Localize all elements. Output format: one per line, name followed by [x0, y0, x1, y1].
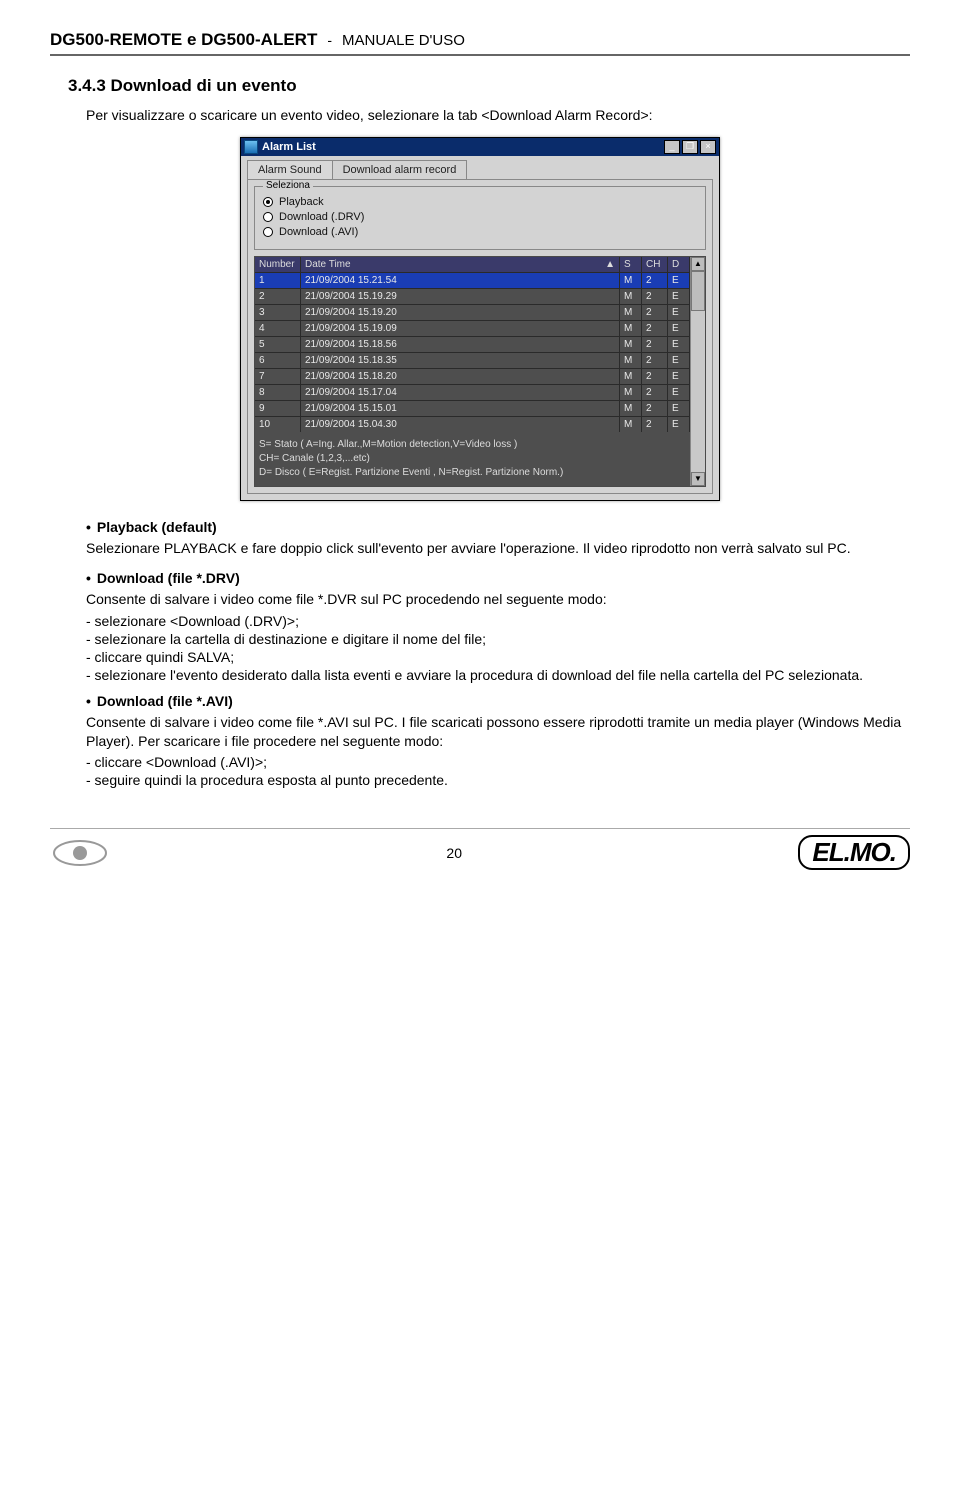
list-item: - cliccare quindi SALVA; — [86, 649, 910, 665]
note-d: D= Disco ( E=Regist. Partizione Eventi ,… — [259, 466, 686, 480]
bullet-playback: •Playback (default) — [86, 519, 910, 535]
header-subtitle: MANUALE D'USO — [342, 32, 465, 49]
bullet-avi: •Download (file *.AVI) — [86, 693, 910, 709]
titlebar[interactable]: Alarm List _ ❐ × — [241, 138, 719, 156]
list-item: - seguire quindi la procedura esposta al… — [86, 772, 910, 788]
radio-playback[interactable]: Playback — [263, 196, 697, 208]
table-row[interactable]: 621/09/2004 15.18.35M2E — [255, 352, 690, 368]
header-title: DG500-REMOTE e DG500-ALERT — [50, 30, 317, 50]
header-sep: - — [327, 32, 332, 48]
table-row[interactable]: 1021/09/2004 15.04.30M2E — [255, 416, 690, 432]
section-heading: 3.4.3 Download di un evento — [68, 76, 910, 96]
table-row[interactable]: 921/09/2004 15.15.01M2E — [255, 400, 690, 416]
note-ch: CH= Canale (1,2,3,...etc) — [259, 452, 686, 466]
para-drv: Consente di salvare i video come file *.… — [86, 590, 910, 609]
scroll-track[interactable] — [691, 311, 705, 472]
tab-alarm-sound[interactable]: Alarm Sound — [247, 160, 333, 179]
table-row[interactable]: 521/09/2004 15.18.56M2E — [255, 336, 690, 352]
close-button[interactable]: × — [700, 140, 716, 154]
table-row[interactable]: 221/09/2004 15.19.29M2E — [255, 288, 690, 304]
radio-drv-label: Download (.DRV) — [279, 211, 364, 223]
screenshot-figure: Alarm List _ ❐ × Alarm Sound Download al… — [50, 137, 910, 501]
list-item: - selezionare l'evento desiderato dalla … — [86, 667, 910, 683]
table-row[interactable]: 121/09/2004 15.21.54M2E — [255, 272, 690, 288]
page-footer: 20 EL.MO. — [50, 828, 910, 870]
window-title: Alarm List — [262, 141, 664, 153]
col-s[interactable]: S — [620, 257, 642, 272]
list-item: - cliccare <Download (.AVI)>; — [86, 754, 910, 770]
col-d[interactable]: D — [668, 257, 690, 272]
eye-icon — [50, 839, 110, 867]
col-number[interactable]: Number — [255, 257, 301, 272]
minimize-button[interactable]: _ — [664, 140, 680, 154]
tabs: Alarm Sound Download alarm record — [247, 160, 713, 179]
tab-download-alarm-record[interactable]: Download alarm record — [332, 160, 468, 179]
seleziona-group: Seleziona Playback Download (.DRV) Downl… — [254, 186, 706, 250]
restore-button[interactable]: ❐ — [682, 140, 698, 154]
sort-icon: ▲ — [605, 259, 615, 270]
radio-download-drv[interactable]: Download (.DRV) — [263, 211, 697, 223]
table-row[interactable]: 421/09/2004 15.19.09M2E — [255, 320, 690, 336]
list-item: - selezionare <Download (.DRV)>; — [86, 613, 910, 629]
intro-paragraph: Per visualizzare o scaricare un evento v… — [86, 106, 910, 125]
page-number: 20 — [446, 845, 462, 861]
elmo-logo: EL.MO. — [798, 835, 910, 870]
list-item: - selezionare la cartella di destinazion… — [86, 631, 910, 647]
scroll-up-icon[interactable]: ▲ — [691, 257, 705, 271]
note-s: S= Stato ( A=Ing. Allar.,M=Motion detect… — [259, 438, 686, 452]
radio-playback-label: Playback — [279, 196, 324, 208]
sublist-drv: - selezionare <Download (.DRV)>; - selez… — [86, 613, 910, 683]
doc-header: DG500-REMOTE e DG500-ALERT - MANUALE D'U… — [50, 30, 910, 56]
radio-download-avi[interactable]: Download (.AVI) — [263, 226, 697, 238]
events-table: Number Date Time▲ S CH D 121/09/2004 15.… — [254, 256, 706, 487]
para-playback: Selezionare PLAYBACK e fare doppio click… — [86, 539, 910, 558]
table-notes: S= Stato ( A=Ing. Allar.,M=Motion detect… — [255, 432, 690, 486]
scrollbar[interactable]: ▲ ▼ — [690, 257, 705, 486]
table-row[interactable]: 821/09/2004 15.17.04M2E — [255, 384, 690, 400]
col-datetime[interactable]: Date Time▲ — [301, 257, 620, 272]
group-legend: Seleziona — [263, 180, 313, 191]
scroll-down-icon[interactable]: ▼ — [691, 472, 705, 486]
radio-avi-label: Download (.AVI) — [279, 226, 358, 238]
table-row[interactable]: 321/09/2004 15.19.20M2E — [255, 304, 690, 320]
table-header[interactable]: Number Date Time▲ S CH D — [255, 257, 690, 272]
app-icon — [244, 140, 258, 154]
col-ch[interactable]: CH — [642, 257, 668, 272]
bullet-drv: •Download (file *.DRV) — [86, 570, 910, 586]
alarm-list-window: Alarm List _ ❐ × Alarm Sound Download al… — [240, 137, 720, 501]
para-avi: Consente di salvare i video come file *.… — [86, 713, 910, 751]
scroll-thumb[interactable] — [691, 271, 705, 311]
table-row[interactable]: 721/09/2004 15.18.20M2E — [255, 368, 690, 384]
sublist-avi: - cliccare <Download (.AVI)>; - seguire … — [86, 754, 910, 788]
